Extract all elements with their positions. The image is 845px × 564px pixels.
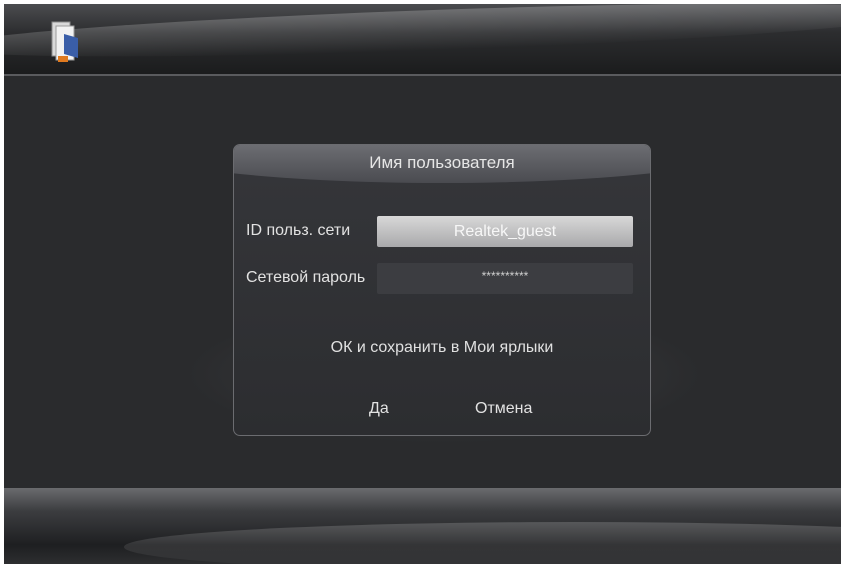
password-field[interactable]: **********	[377, 263, 633, 294]
network-id-field[interactable]: Realtek_guest	[377, 216, 633, 247]
folder-icon	[51, 21, 78, 62]
password-label: Сетевой пароль	[246, 269, 366, 286]
top-bar	[4, 4, 841, 76]
bottom-bar	[4, 488, 841, 564]
cancel-button[interactable]: Отмена	[475, 400, 532, 418]
save-message: ОК и сохранить в Мои ярлыки	[330, 339, 554, 356]
tv-screen: Имя пользователя ID польз. сети Realtek_…	[4, 4, 841, 564]
bottom-bar-highlight	[124, 522, 841, 564]
top-divider	[4, 74, 841, 76]
top-bar-highlight	[4, 4, 841, 68]
dialog-title: Имя пользователя	[369, 153, 515, 172]
yes-button[interactable]: Да	[369, 400, 389, 418]
login-dialog: Имя пользователя ID польз. сети Realtek_…	[233, 144, 651, 436]
network-id-label: ID польз. сети	[246, 222, 351, 239]
